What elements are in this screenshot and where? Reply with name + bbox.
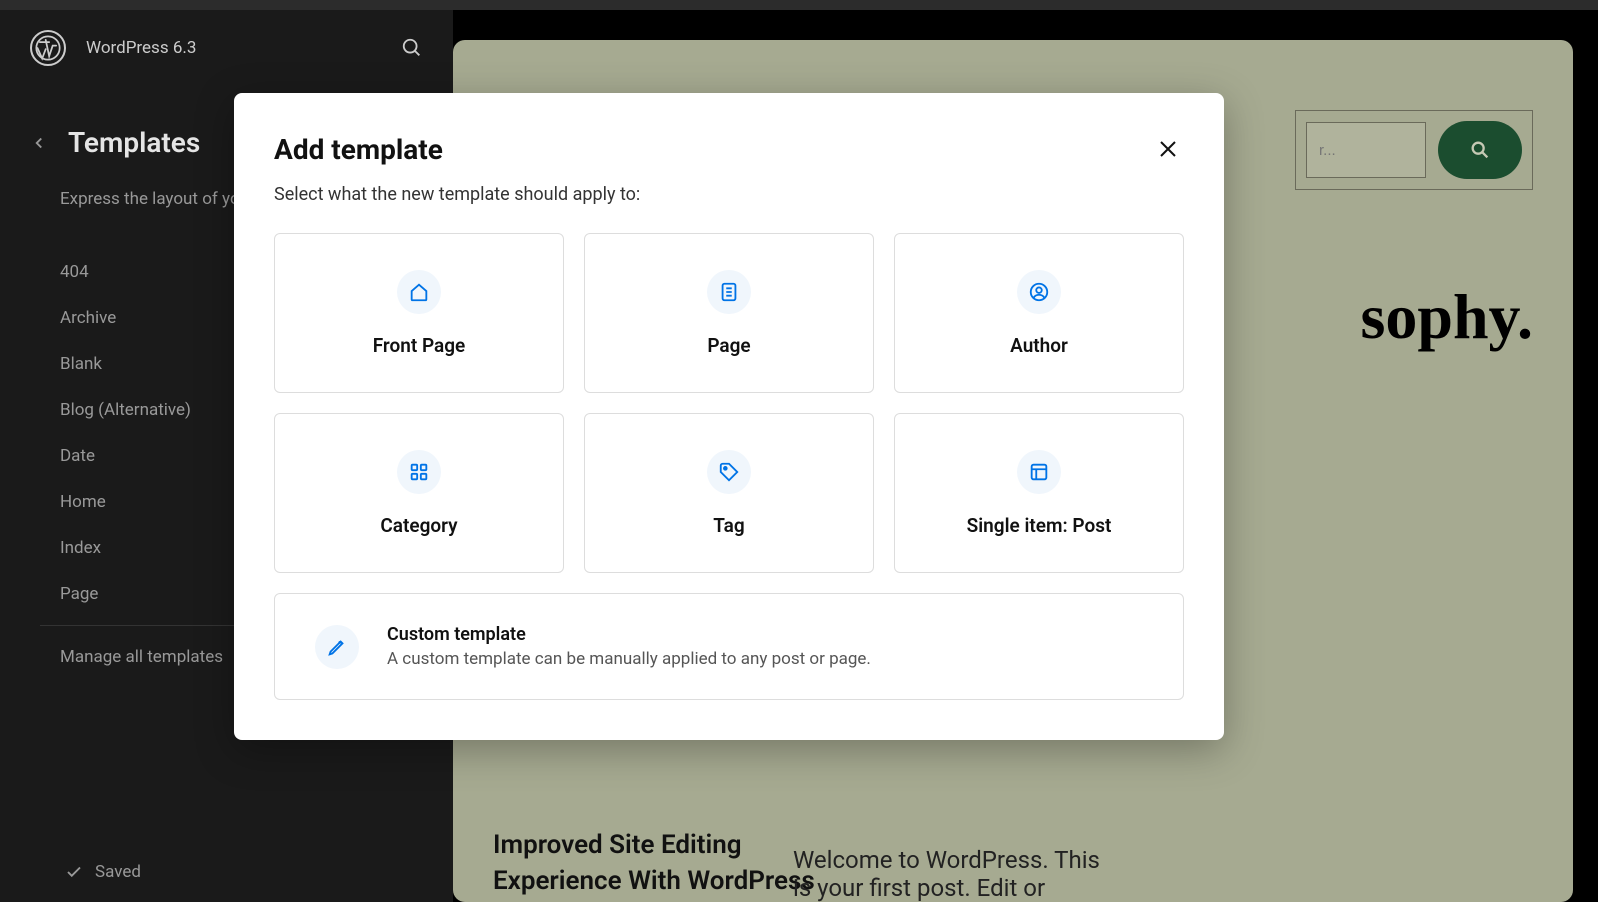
preview-excerpt-line2: is your first post. Edit or (793, 874, 1113, 902)
page-icon (707, 270, 751, 314)
preview-search-button[interactable] (1438, 121, 1522, 179)
template-option-single-post[interactable]: Single item: Post (894, 413, 1184, 573)
saved-indicator: Saved (30, 822, 423, 882)
search-icon[interactable] (401, 37, 423, 59)
template-option-label: Author (1010, 334, 1068, 357)
modal-title: Add template (274, 133, 443, 166)
tag-icon (707, 450, 751, 494)
wordpress-logo-icon[interactable] (30, 30, 66, 66)
template-option-label: Page (707, 334, 750, 357)
author-icon (1017, 270, 1061, 314)
template-option-label: Tag (713, 514, 744, 537)
post-icon (1017, 450, 1061, 494)
template-grid: Front Page Page Author Category Tag (274, 233, 1184, 573)
add-template-modal: Add template Select what the new templat… (234, 93, 1224, 740)
close-button[interactable] (1152, 133, 1184, 165)
saved-label: Saved (95, 862, 141, 882)
template-option-custom[interactable]: Custom template A custom template can be… (274, 593, 1184, 700)
template-option-label: Single item: Post (967, 514, 1112, 537)
category-icon (397, 450, 441, 494)
template-option-front-page[interactable]: Front Page (274, 233, 564, 393)
sidebar-header: WordPress 6.3 (30, 30, 423, 66)
template-option-author[interactable]: Author (894, 233, 1184, 393)
template-option-category[interactable]: Category (274, 413, 564, 573)
custom-template-title: Custom template (387, 624, 871, 645)
custom-template-description: A custom template can be manually applie… (387, 649, 871, 669)
site-title: WordPress 6.3 (86, 38, 381, 58)
pencil-icon (315, 625, 359, 669)
template-option-tag[interactable]: Tag (584, 413, 874, 573)
page-title: Templates (68, 126, 200, 159)
preview-heading: sophy. (1360, 280, 1533, 354)
template-option-label: Front Page (373, 334, 466, 357)
preview-search-input[interactable] (1306, 122, 1426, 178)
back-button[interactable] (30, 134, 48, 152)
modal-subtitle: Select what the new template should appl… (274, 184, 1184, 205)
preview-excerpt-line1: Welcome to WordPress. This (793, 846, 1113, 874)
preview-search-bar (1295, 110, 1533, 190)
template-option-page[interactable]: Page (584, 233, 874, 393)
check-icon (65, 863, 83, 881)
home-icon (397, 270, 441, 314)
preview-excerpt: Welcome to WordPress. This is your first… (793, 846, 1113, 902)
template-option-label: Category (380, 514, 457, 537)
